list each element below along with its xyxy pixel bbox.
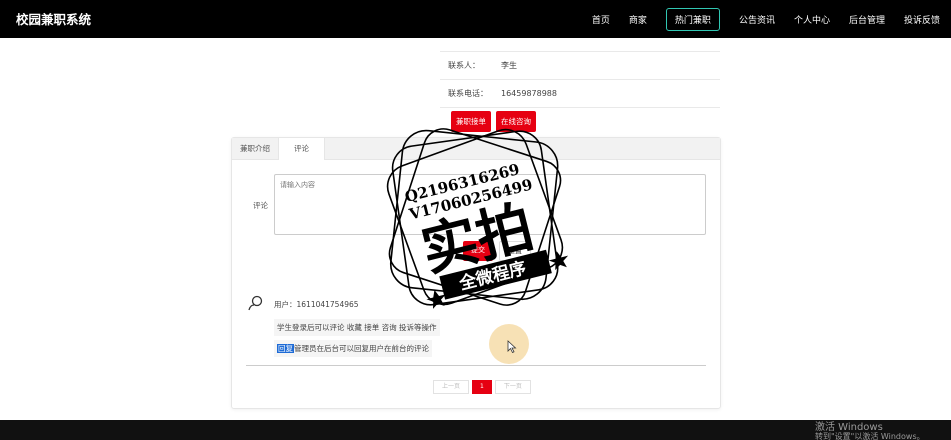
nav-item-home[interactable]: 首页 — [592, 13, 610, 26]
detail-row-partial — [440, 38, 720, 52]
detail-label: 联系人： — [448, 61, 480, 70]
comment-form-actions: 提交 重置 — [463, 241, 531, 261]
tab-job-intro[interactable]: 兼职介绍 — [232, 138, 278, 159]
comment-label: 评论 — [253, 201, 268, 210]
tab-comments[interactable]: 评论 — [278, 138, 325, 160]
reply-tag: 回复 — [277, 344, 294, 353]
nav-item-profile[interactable]: 个人中心 — [794, 13, 830, 26]
site-brand[interactable]: 校园兼职系统 — [16, 9, 91, 28]
comment-content: 学生登录后可以评论 收藏 接单 咨询 投诉等操作 — [274, 319, 440, 336]
consult-online-button[interactable]: 在线咨询 — [496, 111, 536, 132]
next-page-button[interactable]: 下一页 — [494, 380, 531, 394]
detail-label: 联系电话： — [448, 89, 488, 98]
submit-button[interactable]: 提交 — [463, 241, 493, 261]
detail-row-phone: 联系电话： 16459878988 — [440, 80, 720, 108]
nav-item-admin[interactable]: 后台管理 — [849, 13, 885, 26]
reply-content: 管理员在后台可以回复用户在前台的评论 — [294, 344, 429, 353]
top-navbar: 校园兼职系统 首页 商家 热门兼职 公告资讯 个人中心 后台管理 投诉反馈 — [0, 0, 951, 38]
page-number-button[interactable]: 1 — [472, 380, 492, 394]
detail-actions: 兼职接单 在线咨询 — [451, 111, 541, 132]
divider — [246, 365, 706, 366]
tab-bar: 兼职介绍 评论 — [232, 138, 720, 160]
nav-item-news[interactable]: 公告资讯 — [739, 13, 775, 26]
reset-button[interactable]: 重置 — [499, 241, 531, 261]
windows-activate-hint: 转到"设置"以激活 Windows。 — [815, 432, 925, 440]
pagination: 上一页 1 下一页 — [433, 380, 531, 394]
comment-user: 用户：1611041754965 — [274, 300, 359, 309]
prev-page-button[interactable]: 上一页 — [433, 380, 470, 394]
job-detail-info: 联系人： 李生 联系电话： 16459878988 — [440, 38, 720, 108]
detail-value: 李生 — [501, 61, 517, 70]
main-nav: 首页 商家 热门兼职 公告资讯 个人中心 后台管理 投诉反馈 — [573, 0, 940, 38]
nav-item-hot-jobs[interactable]: 热门兼职 — [665, 7, 720, 31]
nav-item-feedback[interactable]: 投诉反馈 — [904, 13, 940, 26]
page-footer — [0, 420, 951, 440]
apply-job-button[interactable]: 兼职接单 — [451, 111, 491, 132]
detail-value: 16459878988 — [501, 89, 557, 98]
comment-input[interactable] — [274, 174, 706, 235]
nav-item-merchants[interactable]: 商家 — [629, 13, 647, 26]
user-avatar-icon — [248, 295, 263, 311]
detail-row-contact: 联系人： 李生 — [440, 52, 720, 80]
tab-card: 兼职介绍 评论 评论 提交 重置 用户：1611041754965 学生登录后可… — [231, 137, 721, 409]
comment-reply: 回复管理员在后台可以回复用户在前台的评论 — [274, 340, 432, 357]
mouse-pointer-icon — [507, 340, 517, 353]
